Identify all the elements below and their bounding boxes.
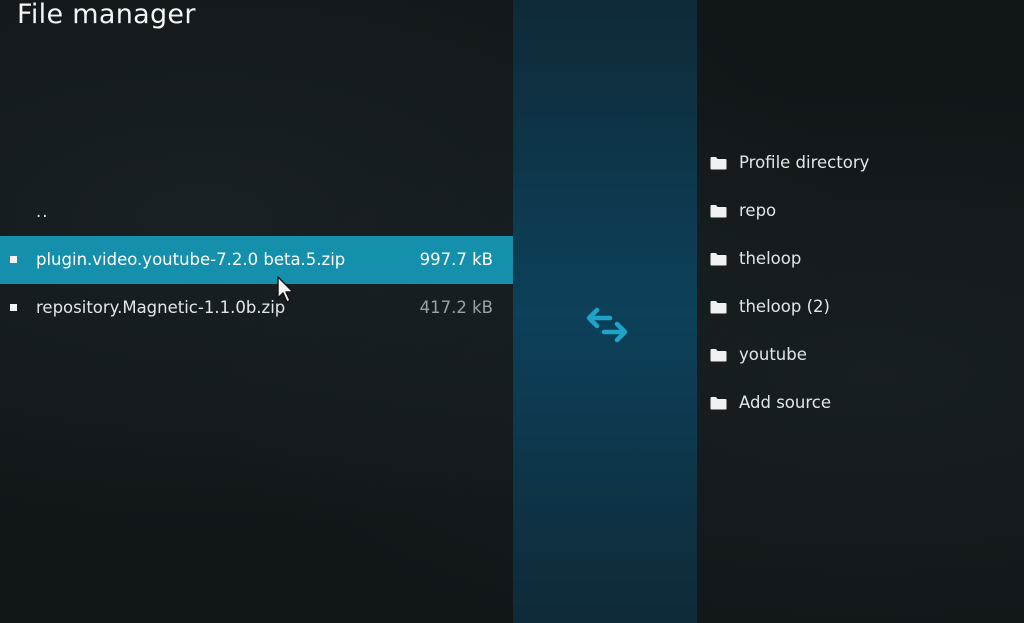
- source-item-repo[interactable]: repo: [697, 187, 1024, 235]
- source-item-theloop-2[interactable]: theloop (2): [697, 283, 1024, 331]
- swap-arrows-icon[interactable]: [586, 306, 628, 344]
- list-item-file[interactable]: repository.Magnetic-1.1.0b.zip 417.2 kB: [0, 284, 513, 332]
- file-bullet-icon: [10, 304, 17, 311]
- folder-icon: [710, 397, 727, 410]
- list-item-parent-directory[interactable]: ..: [0, 188, 513, 236]
- source-item-youtube[interactable]: youtube: [697, 331, 1024, 379]
- source-item-theloop[interactable]: theloop: [697, 235, 1024, 283]
- folder-icon: [710, 349, 727, 362]
- source-label: Add source: [739, 393, 831, 412]
- folder-icon: [710, 253, 727, 266]
- folder-icon: [710, 301, 727, 314]
- page-title: File manager: [17, 0, 196, 30]
- folder-icon: [710, 157, 727, 170]
- parent-directory-label: ..: [36, 202, 49, 221]
- file-name: plugin.video.youtube-7.2.0 beta.5.zip: [36, 250, 346, 269]
- source-item-add-source[interactable]: Add source: [697, 379, 1024, 427]
- mouse-cursor-icon: [277, 276, 294, 303]
- folder-icon: [710, 205, 727, 218]
- file-name: repository.Magnetic-1.1.0b.zip: [36, 298, 286, 317]
- file-bullet-icon: [10, 256, 17, 263]
- source-label: theloop: [739, 249, 802, 268]
- source-item-profile-directory[interactable]: Profile directory: [697, 139, 1024, 187]
- source-label: youtube: [739, 345, 807, 364]
- source-label: repo: [739, 201, 777, 220]
- file-size: 997.7 kB: [419, 250, 493, 269]
- file-size: 417.2 kB: [419, 298, 493, 317]
- source-label: theloop (2): [739, 297, 830, 316]
- right-source-list: Profile directory repo theloop theloop (…: [697, 139, 1024, 427]
- source-label: Profile directory: [739, 153, 870, 172]
- left-file-list: .. plugin.video.youtube-7.2.0 beta.5.zip…: [0, 188, 513, 332]
- list-item-file[interactable]: plugin.video.youtube-7.2.0 beta.5.zip 99…: [0, 236, 513, 284]
